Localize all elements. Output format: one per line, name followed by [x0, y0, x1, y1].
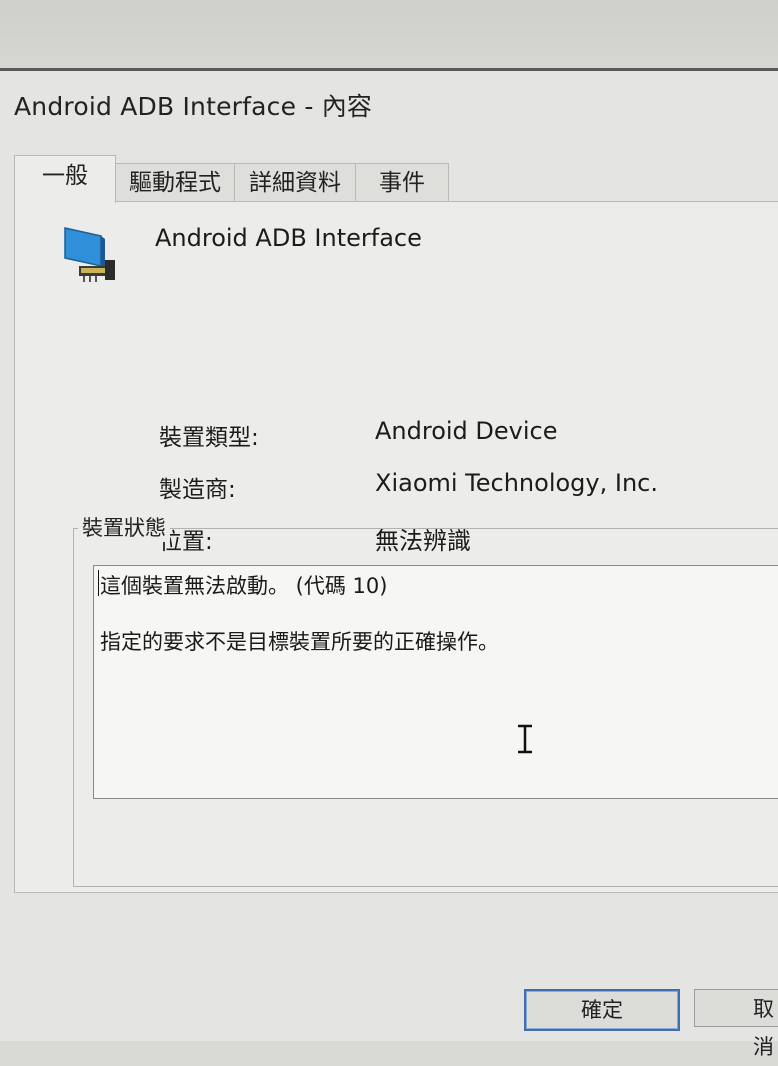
status-message-line-1: 這個裝置無法啟動。 (代碼 10)	[100, 574, 388, 598]
general-tab-panel: Android ADB Interface 裝置類型: Android Devi…	[14, 201, 778, 893]
screen-bezel	[0, 0, 778, 70]
tab-events[interactable]: 事件	[355, 163, 449, 202]
tab-general[interactable]: 一般	[14, 155, 116, 203]
tab-details[interactable]: 詳細資料	[234, 163, 356, 202]
device-type-value: Android Device	[375, 417, 558, 445]
manufacturer-label: 製造商:	[159, 477, 236, 503]
window-title: Android ADB Interface - 內容	[14, 92, 373, 121]
device-name: Android ADB Interface	[155, 224, 422, 252]
manufacturer-value: Xiaomi Technology, Inc.	[375, 469, 658, 497]
device-type-label: 裝置類型:	[159, 425, 259, 451]
status-message-line-2: 指定的要求不是目標裝置所要的正確操作。	[100, 630, 499, 654]
cancel-button[interactable]: 取消	[694, 989, 778, 1059]
device-status-title: 裝置狀態	[78, 512, 170, 542]
text-cursor-icon	[518, 724, 532, 754]
properties-dialog: Android ADB Interface - 內容 一般 驅動程式 詳細資料 …	[0, 68, 778, 1059]
text-caret	[98, 570, 99, 596]
ok-button[interactable]: 確定	[524, 989, 680, 1031]
device-status-textbox[interactable]: 這個裝置無法啟動。 (代碼 10) 指定的要求不是目標裝置所要的正確操作。	[93, 565, 778, 799]
tab-strip: 一般 驅動程式 詳細資料 事件	[14, 155, 778, 203]
device-status-group: 裝置狀態 這個裝置無法啟動。 (代碼 10) 指定的要求不是目標裝置所要的正確操…	[73, 512, 778, 887]
tab-driver[interactable]: 驅動程式	[115, 163, 235, 202]
network-adapter-icon	[64, 227, 115, 282]
